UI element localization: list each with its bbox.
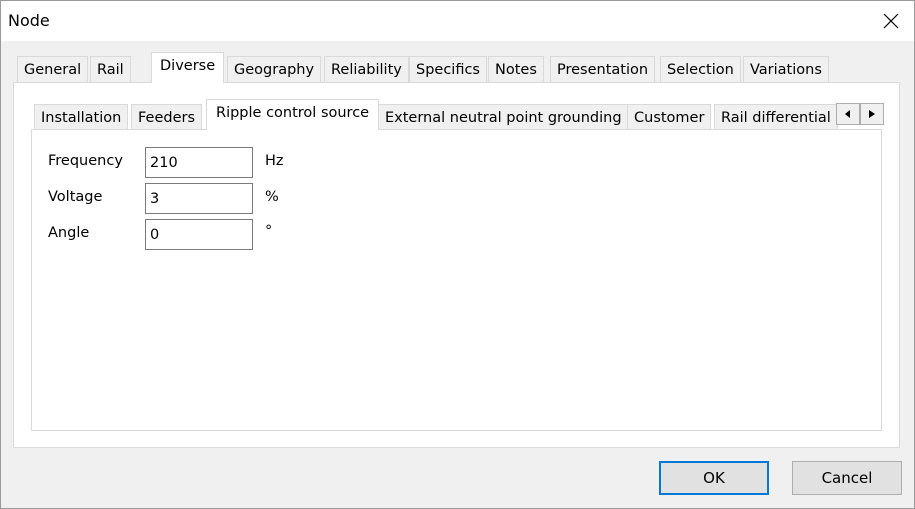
subtab-external-neutral-point-grounding[interactable]: External neutral point grounding [378,104,629,130]
frequency-input[interactable] [145,147,253,178]
subtab-installation[interactable]: Installation [34,104,129,130]
tab-selection[interactable]: Selection [660,56,741,83]
voltage-unit: % [265,189,279,205]
subtab-customer[interactable]: Customer [627,104,712,130]
tab-specifics[interactable]: Specifics [409,56,487,83]
tab-diverse[interactable]: Diverse [151,52,225,83]
tab-presentation[interactable]: Presentation [550,56,656,83]
triangle-right-icon [869,110,875,118]
tab-scroll-left-button[interactable] [836,103,860,125]
tab-scroll-right-button[interactable] [860,103,884,125]
subtab-ripple-control-source[interactable]: Ripple control source [206,99,380,130]
cancel-button[interactable]: Cancel [792,461,902,495]
angle-unit: ° [265,223,273,239]
frequency-unit: Hz [265,153,284,169]
frequency-label: Frequency [48,153,123,169]
tab-reliability[interactable]: Reliability [324,56,409,83]
tab-variations[interactable]: Variations [743,56,829,83]
voltage-input[interactable] [145,183,253,214]
close-icon [883,13,899,29]
voltage-label: Voltage [48,189,103,205]
triangle-left-icon [845,110,850,118]
subtab-feeders[interactable]: Feeders [131,104,203,130]
tab-notes[interactable]: Notes [488,56,544,83]
subtab-rail-differential[interactable]: Rail differential [714,104,838,130]
close-button[interactable] [868,1,914,41]
ok-button[interactable]: OK [659,461,769,495]
tab-geography[interactable]: Geography [227,56,322,83]
tab-scroll-arrows [836,103,884,127]
tab-rail[interactable]: Rail [90,56,131,83]
angle-label: Angle [48,225,90,241]
tab-general[interactable]: General [17,56,89,83]
angle-input[interactable] [145,219,253,250]
title-bar: Node [1,1,914,41]
window-title: Node [8,11,50,30]
